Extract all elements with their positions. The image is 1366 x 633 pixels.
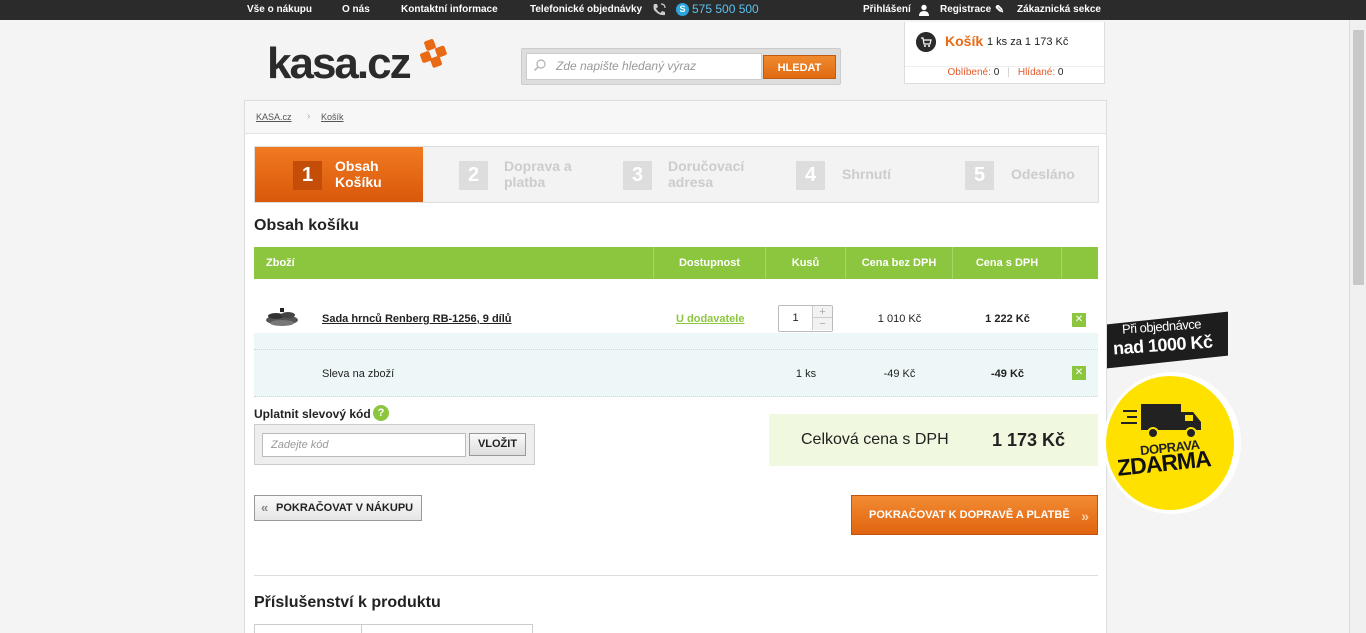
search-button[interactable]: HLEDAT (763, 55, 836, 79)
link-contact[interactable]: Kontaktní informace (401, 4, 498, 15)
user-icon (918, 4, 930, 16)
main-panel: KASA.cz › Košík 1 Obsah Košíku 2 Doprava… (244, 100, 1107, 633)
column-header-quantity: Kusů (766, 247, 846, 279)
coupon-title: Uplatnit slevový kód (254, 407, 371, 421)
skype-icon[interactable]: S (676, 3, 689, 16)
site-logo[interactable]: kasa.cz (267, 39, 412, 89)
breadcrumb: KASA.cz › Košík (245, 101, 1106, 134)
search-bar: Zde napište hledaný výraz HLEDAT (521, 48, 841, 85)
total-label: Celková cena s DPH (801, 431, 949, 448)
discount-price-no-vat: -49 Kč (883, 368, 916, 380)
register-link[interactable]: Registrace (940, 4, 991, 15)
column-header-price-no-vat: Cena bez DPH (846, 247, 953, 279)
scrollbar-thumb[interactable] (1353, 30, 1364, 285)
continue-to-delivery-button[interactable]: POKRAČOVAT K DOPRAVĚ A PLATBĚ » (851, 495, 1098, 535)
step-summary: 4 Shrnutí (759, 147, 927, 202)
double-chevron-left-icon: « (261, 500, 269, 515)
accessories-heading: Příslušenství k produktu (254, 594, 441, 611)
total-value: 1 173 Kč (992, 430, 1066, 450)
plus-icon[interactable]: + (812, 306, 832, 318)
favorites-count: 0 (993, 67, 1000, 78)
table-row: Sleva na zboží 1 ks -49 Kč -49 Kč ✕ (254, 349, 1098, 397)
discount-price-vat: -49 Kč (990, 368, 1025, 380)
column-header-price-vat: Cena s DPH (953, 247, 1062, 279)
cart-title[interactable]: Košík (945, 33, 983, 49)
top-bar: Vše o nákupu O nás Kontaktní informace T… (0, 0, 1366, 20)
login-link[interactable]: Přihlášení (863, 4, 911, 15)
step-number: 5 (965, 161, 994, 190)
phone-number[interactable]: 575 500 500 (692, 2, 759, 16)
accessories-item[interactable] (254, 624, 533, 633)
product-image[interactable] (264, 305, 300, 331)
cart-summary: 1 ks za 1 173 Kč (987, 36, 1069, 48)
breadcrumb-separator-icon: › (307, 111, 311, 122)
cart-content-heading: Obsah košíku (254, 217, 359, 234)
continue-shopping-button[interactable]: « POKRAČOVAT V NÁKUPU (254, 495, 422, 521)
coupon-box: Zadejte kód VLOŽIT (254, 424, 535, 465)
step-label: Doručovací adresa (668, 158, 745, 190)
step-delivery-address: 3 Doručovací adresa (591, 147, 759, 202)
table-row: Sada hrnců Renberg RB-1256, 9 dílů U dod… (254, 291, 1098, 349)
phone-icon (651, 2, 667, 18)
cart-table-header: Zboží Dostupnost Kusů Cena bez DPH Cena … (254, 247, 1098, 279)
step-label: Shrnutí (842, 166, 891, 182)
step-cart-content[interactable]: 1 Obsah Košíku (255, 147, 423, 202)
quantity-input[interactable]: 1 (779, 306, 812, 331)
step-label: Odesláno (1011, 166, 1075, 182)
step-label: Doprava a platba (504, 158, 572, 190)
double-chevron-right-icon: » (1081, 508, 1089, 524)
scrollbar[interactable] (1349, 20, 1366, 633)
breadcrumb-cart[interactable]: Košík (321, 112, 344, 122)
divider (254, 575, 1098, 576)
step-number: 4 (796, 161, 825, 190)
product-name-link[interactable]: Sada hrnců Renberg RB-1256, 9 dílů (322, 313, 512, 325)
quantity-stepper[interactable]: 1 + − (778, 305, 833, 332)
cart-links: Oblíbené: 0 | Hlídané: 0 (905, 66, 1106, 78)
help-icon[interactable]: ? (373, 405, 389, 421)
watched-count: 0 (1057, 67, 1064, 78)
step-number: 3 (623, 161, 652, 190)
step-label: Obsah Košíku (335, 158, 382, 190)
link-phone-orders[interactable]: Telefonické objednávky (530, 4, 642, 15)
link-about-us[interactable]: O nás (342, 4, 370, 15)
price-vat: 1 222 Kč (985, 313, 1030, 325)
link-about-shopping[interactable]: Vše o nákupu (247, 4, 312, 15)
apply-coupon-button[interactable]: VLOŽIT (469, 433, 526, 456)
step-sent: 5 Odesláno (927, 147, 1099, 202)
discount-name: Sleva na zboží (322, 368, 395, 380)
discount-qty: 1 ks (795, 368, 817, 380)
step-number: 1 (293, 161, 322, 190)
customer-section-link[interactable]: Zákaznická sekce (1017, 4, 1101, 15)
watched-link[interactable]: Hlídané: (1018, 67, 1055, 78)
favorites-link[interactable]: Oblíbené: (948, 67, 991, 78)
breadcrumb-home[interactable]: KASA.cz (256, 112, 292, 122)
search-icon (533, 59, 546, 72)
logo-mark-icon (420, 39, 447, 68)
step-number: 2 (459, 161, 488, 190)
cart-icon (916, 32, 936, 52)
pencil-icon: ✎ (995, 4, 1005, 16)
step-delivery-payment: 2 Doprava a platba (423, 147, 591, 202)
column-header-product: Zboží (254, 247, 654, 279)
total-box: Celková cena s DPH 1 173 Kč (769, 414, 1098, 466)
minus-icon[interactable]: − (812, 318, 832, 330)
price-no-vat: 1 010 Kč (877, 313, 922, 325)
remove-discount-icon[interactable]: ✕ (1072, 366, 1086, 380)
coupon-code-input[interactable]: Zadejte kód (262, 433, 466, 457)
remove-item-icon[interactable]: ✕ (1072, 313, 1086, 327)
availability-link[interactable]: U dodavatele (676, 313, 744, 325)
search-input[interactable]: Zde napište hledaný výraz (526, 53, 762, 80)
column-header-availability: Dostupnost (654, 247, 766, 279)
truck-icon (1121, 404, 1201, 439)
checkout-steps: 1 Obsah Košíku 2 Doprava a platba 3 Doru… (254, 146, 1099, 203)
mini-cart[interactable]: Košík 1 ks za 1 173 Kč Oblíbené: 0 | Hlída… (904, 22, 1106, 84)
